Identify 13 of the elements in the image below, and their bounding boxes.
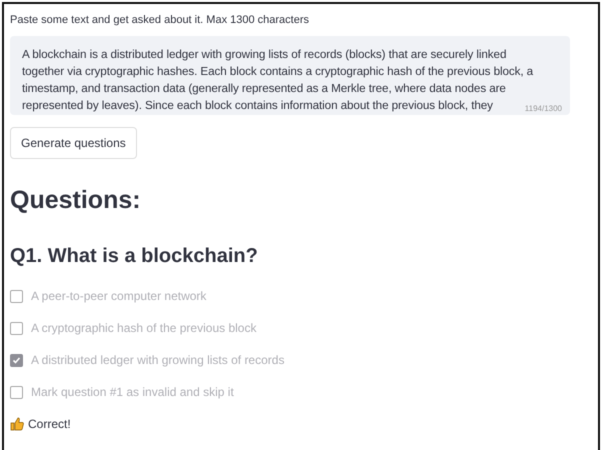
option-label: Mark question #1 as invalid and skip it: [31, 384, 234, 401]
text-area[interactable]: A blockchain is a distributed ledger with growing lists of records (blocks) that are securely linked together via cryptographic hashes. Each block contains a cryptographic hash of the previous block, a timestamp, and transaction data (generally represented as a Merkle tree, where data nodes are represented by leaves). Since each block contains information about the previous block, they 1194/1300: [10, 36, 570, 115]
checkmark-icon: [12, 356, 21, 364]
generate-questions-button[interactable]: Generate questions: [10, 127, 137, 159]
feedback-text: Correct!: [28, 417, 71, 431]
option-label: A peer-to-peer computer network: [31, 288, 206, 305]
thumbs-up-icon: [10, 417, 24, 431]
character-counter: 1194/1300: [522, 104, 562, 113]
option-label: A distributed ledger with growing lists of records: [31, 352, 284, 369]
question-title: Q1. What is a blockchain?: [10, 244, 258, 269]
questions-heading: Questions:: [10, 185, 141, 215]
prompt-label: Paste some text and get asked about it. Max 1300 characters: [10, 14, 310, 26]
option-label: A cryptographic hash of the previous block: [31, 320, 256, 337]
